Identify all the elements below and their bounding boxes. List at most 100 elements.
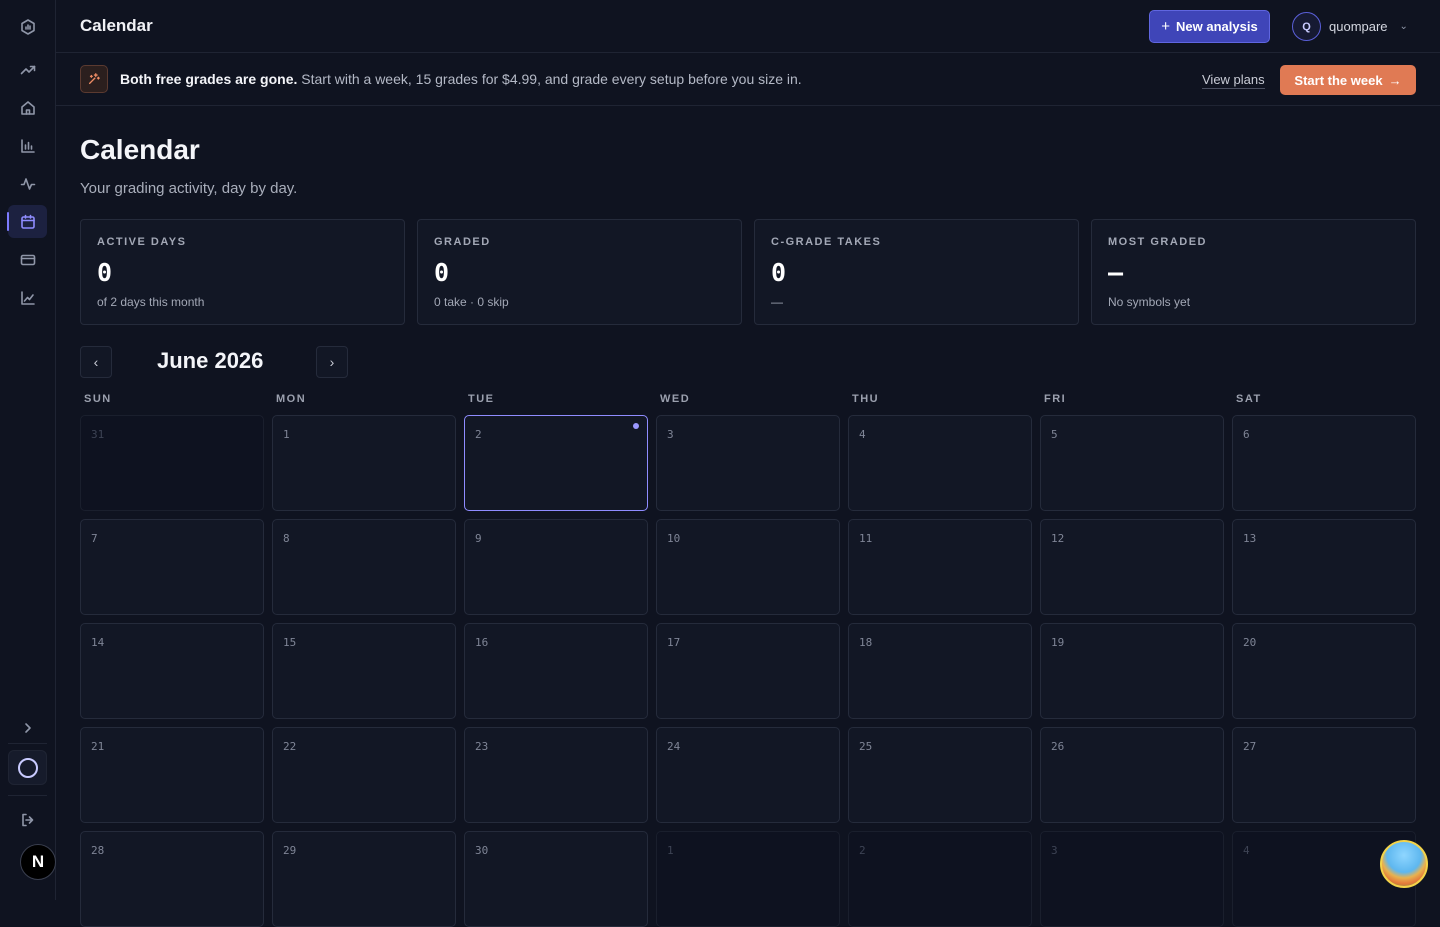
day-number: 2 bbox=[859, 844, 866, 857]
calendar-day[interactable]: 3 bbox=[656, 415, 840, 511]
n-badge[interactable]: N bbox=[20, 844, 56, 880]
chevron-down-icon: ⌄ bbox=[1399, 21, 1408, 32]
day-number: 17 bbox=[667, 636, 681, 649]
next-month-button[interactable]: › bbox=[316, 346, 348, 378]
bar-chart-icon[interactable] bbox=[8, 129, 47, 162]
calendar-day[interactable]: 12 bbox=[1040, 519, 1224, 615]
calendar-day[interactable]: 24 bbox=[656, 727, 840, 823]
day-number: 28 bbox=[91, 844, 105, 857]
previous-month-button[interactable]: ‹ bbox=[80, 346, 112, 378]
sidebar-divider bbox=[8, 795, 47, 796]
card-icon[interactable] bbox=[8, 243, 47, 276]
new-analysis-button[interactable]: + New analysis bbox=[1149, 10, 1270, 43]
calendar-day[interactable]: 15 bbox=[272, 623, 456, 719]
day-number: 19 bbox=[1051, 636, 1065, 649]
logo-icon[interactable] bbox=[8, 10, 47, 43]
trending-icon[interactable] bbox=[8, 53, 47, 86]
calendar-icon[interactable] bbox=[7, 205, 47, 238]
day-number: 10 bbox=[667, 532, 681, 545]
stat-card: C-GRADE TAKES 0 — bbox=[754, 219, 1079, 325]
page-title: Calendar bbox=[80, 134, 200, 165]
page-subtitle: Your grading activity, day by day. bbox=[80, 180, 298, 197]
expand-sidebar-icon[interactable] bbox=[8, 711, 47, 744]
day-number: 30 bbox=[475, 844, 489, 857]
calendar-day[interactable]: 9 bbox=[464, 519, 648, 615]
stat-label: ACTIVE DAYS bbox=[97, 236, 187, 248]
calendar-day[interactable]: 3 bbox=[1040, 831, 1224, 927]
calendar-day[interactable]: 17 bbox=[656, 623, 840, 719]
day-number: 6 bbox=[1243, 428, 1250, 441]
banner-bold-text: Both free grades are gone. bbox=[120, 71, 298, 87]
day-number: 4 bbox=[1243, 844, 1250, 857]
chevron-left-icon: ‹ bbox=[93, 354, 99, 370]
calendar-day[interactable]: 7 bbox=[80, 519, 264, 615]
calendar-day-today[interactable]: 2 bbox=[464, 415, 648, 511]
user-menu[interactable]: Q quompare ⌄ bbox=[1292, 12, 1408, 41]
weekday-header: SAT bbox=[1236, 393, 1262, 405]
calendar-day[interactable]: 23 bbox=[464, 727, 648, 823]
calendar-day[interactable]: 2 bbox=[848, 831, 1032, 927]
username: quompare bbox=[1329, 19, 1388, 34]
calendar-day[interactable]: 30 bbox=[464, 831, 648, 927]
stat-note: No symbols yet bbox=[1108, 295, 1191, 309]
today-indicator bbox=[633, 423, 639, 429]
calendar-day[interactable]: 28 bbox=[80, 831, 264, 927]
stat-note: — bbox=[771, 295, 783, 309]
day-number: 9 bbox=[475, 532, 482, 545]
status-ring-button[interactable] bbox=[8, 750, 47, 785]
calendar-day[interactable]: 26 bbox=[1040, 727, 1224, 823]
month-title: June 2026 bbox=[157, 348, 264, 373]
view-plans-link[interactable]: View plans bbox=[1202, 72, 1265, 89]
calendar-day[interactable]: 1 bbox=[272, 415, 456, 511]
calendar-day[interactable]: 4 bbox=[848, 415, 1032, 511]
day-number: 29 bbox=[283, 844, 297, 857]
calendar-day[interactable]: 14 bbox=[80, 623, 264, 719]
day-number: 20 bbox=[1243, 636, 1257, 649]
calendar-day[interactable]: 27 bbox=[1232, 727, 1416, 823]
stat-value: 0 bbox=[771, 258, 787, 287]
arrow-right-icon: → bbox=[1388, 72, 1402, 88]
ring-icon bbox=[17, 757, 38, 778]
stat-label: C-GRADE TAKES bbox=[771, 236, 882, 248]
topbar-title: Calendar bbox=[80, 16, 153, 35]
line-chart-icon[interactable] bbox=[8, 281, 47, 314]
sidebar: N bbox=[0, 0, 56, 900]
calendar-day[interactable]: 13 bbox=[1232, 519, 1416, 615]
calendar-day[interactable]: 19 bbox=[1040, 623, 1224, 719]
day-number: 7 bbox=[91, 532, 98, 545]
calendar-day[interactable]: 25 bbox=[848, 727, 1032, 823]
day-number: 26 bbox=[1051, 740, 1065, 753]
weekday-header: MON bbox=[276, 393, 307, 405]
start-week-label: Start the week bbox=[1294, 72, 1383, 88]
calendar-day[interactable]: 10 bbox=[656, 519, 840, 615]
activity-icon[interactable] bbox=[8, 167, 47, 200]
weekday-header: WED bbox=[660, 393, 691, 405]
banner-text: Start with a week, 15 grades for $4.99, … bbox=[301, 71, 802, 87]
weekday-header: SUN bbox=[84, 393, 112, 405]
banner-message: Both free grades are gone. Start with a … bbox=[120, 71, 802, 87]
calendar-day[interactable]: 6 bbox=[1232, 415, 1416, 511]
day-number: 21 bbox=[91, 740, 105, 753]
logout-icon[interactable] bbox=[8, 803, 47, 836]
calendar-day[interactable]: 11 bbox=[848, 519, 1032, 615]
calendar-day[interactable]: 8 bbox=[272, 519, 456, 615]
start-the-week-button[interactable]: Start the week → bbox=[1280, 65, 1416, 95]
calendar-day[interactable]: 1 bbox=[656, 831, 840, 927]
calendar-day[interactable]: 29 bbox=[272, 831, 456, 927]
day-number: 14 bbox=[91, 636, 105, 649]
weekday-header: THU bbox=[852, 393, 880, 405]
calendar-day[interactable]: 31 bbox=[80, 415, 264, 511]
calendar-day[interactable]: 18 bbox=[848, 623, 1032, 719]
home-icon[interactable] bbox=[8, 91, 47, 124]
stat-card: GRADED 0 0 take · 0 skip bbox=[417, 219, 742, 325]
day-number: 8 bbox=[283, 532, 290, 545]
day-number: 27 bbox=[1243, 740, 1257, 753]
calendar-day[interactable]: 22 bbox=[272, 727, 456, 823]
calendar-day[interactable]: 20 bbox=[1232, 623, 1416, 719]
beach-avatar-icon[interactable] bbox=[1380, 840, 1428, 888]
stat-value: – bbox=[1108, 258, 1124, 287]
calendar-day[interactable]: 5 bbox=[1040, 415, 1224, 511]
calendar-day[interactable]: 16 bbox=[464, 623, 648, 719]
stat-value: 0 bbox=[434, 258, 450, 287]
calendar-day[interactable]: 21 bbox=[80, 727, 264, 823]
